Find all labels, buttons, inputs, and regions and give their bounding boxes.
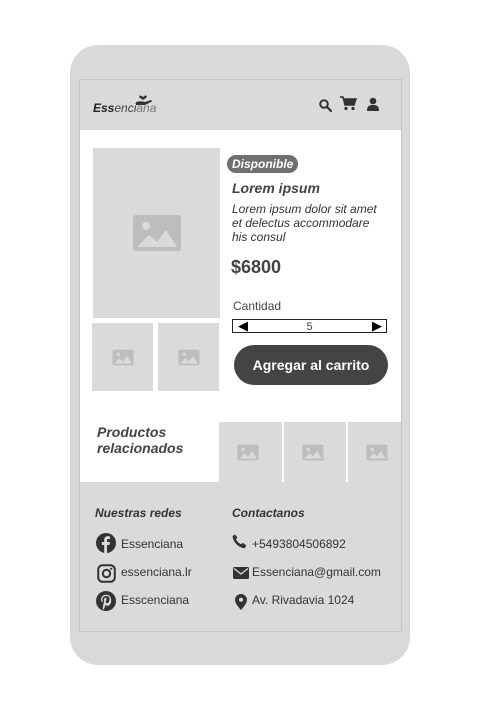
phone-text[interactable]: +5493804506892 bbox=[252, 537, 346, 551]
related-products-heading: Productos relacionados bbox=[97, 424, 184, 456]
image-placeholder-icon bbox=[177, 349, 200, 365]
email-text[interactable]: Essenciana@gmail.com bbox=[252, 565, 381, 579]
quantity-value[interactable]: 5 bbox=[233, 320, 386, 334]
related-product-3[interactable] bbox=[346, 422, 401, 482]
related-products: Productos relacionados bbox=[80, 422, 401, 482]
logo[interactable]: Essenciana bbox=[93, 101, 156, 115]
cart-icon[interactable] bbox=[340, 96, 357, 111]
instagram-link[interactable]: essenciana.lr bbox=[121, 565, 192, 579]
product-main-image[interactable] bbox=[93, 148, 220, 318]
product-price: $6800 bbox=[231, 257, 282, 277]
related-product-2[interactable] bbox=[282, 422, 342, 482]
app-screen: Essenciana Disponible Lorem ipsum Lorem … bbox=[79, 79, 402, 632]
top-bar: Essenciana bbox=[80, 80, 401, 130]
footer: Nuestras redes Contactanos Essenciana es… bbox=[80, 482, 401, 631]
related-products-heading-box: Productos relacionados bbox=[80, 422, 218, 482]
quantity-label: Cantidad bbox=[233, 299, 282, 313]
image-placeholder-icon bbox=[132, 215, 181, 251]
search-icon[interactable] bbox=[319, 99, 332, 112]
facebook-link[interactable]: Essenciana bbox=[121, 537, 183, 551]
pinterest-icon[interactable] bbox=[96, 591, 116, 611]
quantity-stepper[interactable]: ◀ 5 ▶ bbox=[232, 318, 387, 334]
image-placeholder-icon bbox=[237, 444, 259, 460]
image-placeholder-icon bbox=[302, 444, 324, 460]
product-title: Lorem ipsum bbox=[232, 180, 320, 196]
social-heading: Nuestras redes bbox=[95, 506, 182, 520]
phone-icon[interactable] bbox=[232, 534, 247, 549]
product-thumbnail-1[interactable] bbox=[92, 323, 153, 391]
logo-text-2: enci bbox=[114, 101, 137, 115]
image-placeholder-icon bbox=[111, 349, 134, 365]
pinterest-link[interactable]: Esscenciana bbox=[121, 593, 189, 607]
facebook-icon[interactable] bbox=[96, 533, 116, 553]
logo-text-1: Ess bbox=[93, 101, 115, 115]
contact-heading: Contactanos bbox=[232, 506, 305, 520]
location-icon[interactable] bbox=[235, 594, 247, 610]
address-text[interactable]: Av. Rivadavia 1024 bbox=[252, 593, 354, 607]
product-thumbnail-2[interactable] bbox=[158, 323, 219, 391]
mail-icon[interactable] bbox=[233, 567, 249, 579]
instagram-icon[interactable] bbox=[97, 564, 116, 583]
product-description: Lorem ipsum dolor sit amet et delectus a… bbox=[232, 202, 377, 244]
image-placeholder-icon bbox=[366, 444, 388, 460]
availability-badge: Disponible bbox=[227, 155, 299, 173]
logo-text-3: ana bbox=[136, 101, 157, 115]
add-to-cart-button[interactable]: Agregar al carrito bbox=[234, 345, 388, 385]
related-product-1[interactable] bbox=[217, 422, 277, 482]
increment-arrow-icon[interactable]: ▶ bbox=[372, 318, 382, 334]
user-icon[interactable] bbox=[367, 97, 379, 111]
